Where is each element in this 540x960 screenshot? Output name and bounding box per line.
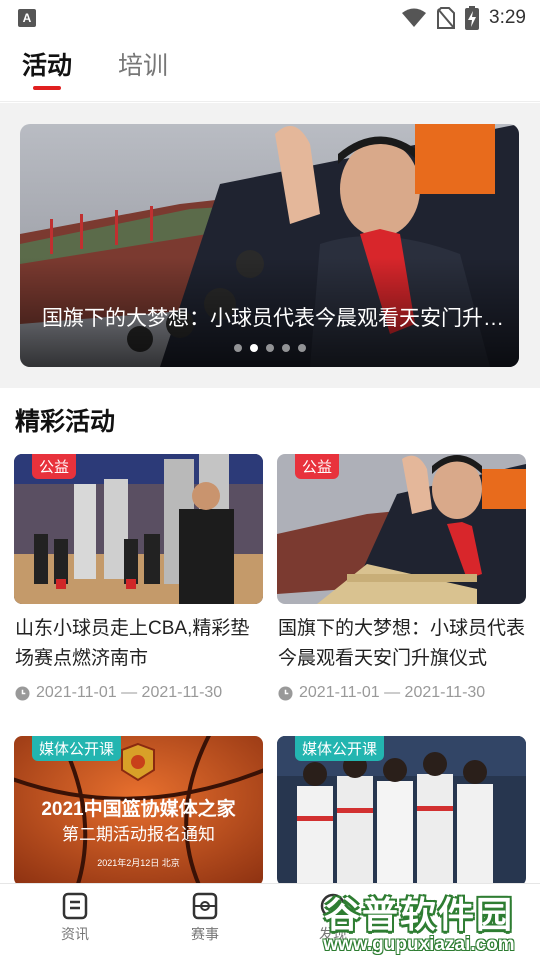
banner-carousel[interactable]: 国旗下的大梦想：小球员代表今晨观看天安门升旗仪式 [20,124,519,367]
category-badge: 公益 [32,454,77,479]
nav-events-label: 赛事 [191,926,219,942]
card-image: 公益 [277,454,526,604]
battery-charging-icon [465,6,480,30]
notification-app-icon: A [18,9,36,27]
watermark-url: www.gupuxiazai.com [323,934,515,955]
activity-card[interactable]: 公益 国旗下的大梦想：小球员代表今晨观看天安门升旗仪式 2021-11-01 —… [277,454,526,701]
active-tab-indicator [33,86,61,90]
status-bar: A 3:29 [0,0,540,36]
card-title: 国旗下的大梦想：小球员代表今晨观看天安门升旗仪式 [278,618,526,669]
nav-news-label: 资讯 [61,926,89,942]
status-icons: 3:29 [401,4,526,32]
tab-training[interactable]: 培训 [118,46,168,82]
watermark: 谷普软件园 www.gupuxiazai.com [296,884,540,960]
carousel-dot [265,344,274,352]
carousel-dot [281,344,290,352]
card-image: 公益 [14,454,263,604]
clock-icon [15,685,30,701]
carousel-dot [297,344,306,352]
clock-time: 3:29 [489,7,526,28]
top-tab-bar: 活动 培训 [0,36,540,102]
banner-title: 国旗下的大梦想：小球员代表今晨观看天安门升旗仪式 [42,307,512,330]
card-date: 2021-11-01 — 2021-11-30 [278,684,485,702]
carousel-dot [233,344,242,352]
court-icon [192,892,218,920]
carousel-dots [20,344,519,352]
poster-title: 2021中国篮协媒体之家 [41,799,236,820]
card-image: 媒体公开课 [277,736,526,886]
wifi-icon [402,8,427,27]
section-title: 精彩活动 [15,408,116,436]
card-date: 2021-11-01 — 2021-11-30 [15,684,222,702]
date-range: 2021-11-01 — 2021-11-30 [299,684,486,701]
tab-activities[interactable]: 活动 [22,46,72,82]
activity-card[interactable]: 公益 山东小球员走上CBA,精彩垫场赛点燃济南市 2021-11-01 — 20… [14,454,263,701]
poster-subtitle: 第二期活动报名通知 [62,825,215,844]
nav-news[interactable]: 资讯 [45,892,105,944]
category-badge: 公益 [295,454,340,479]
clock-icon [278,685,293,701]
activity-card[interactable]: 媒体公开课 [277,736,526,886]
poster-date: 2021年2月12日 北京 [97,858,180,868]
category-badge: 媒体公开课 [32,736,122,761]
date-range: 2021-11-01 — 2021-11-30 [36,684,223,701]
activity-card[interactable]: 媒体公开课 2021中国篮协媒体之家 第二期活动报名通知 2021年2月12日 … [14,736,263,886]
card-title: 山东小球员走上CBA,精彩垫场赛点燃济南市 [15,618,250,669]
carousel-dot-active [249,344,258,352]
card-image: 媒体公开课 2021中国篮协媒体之家 第二期活动报名通知 2021年2月12日 … [14,736,263,886]
no-sim-icon [437,7,456,29]
watermark-title: 谷普软件园 [323,894,514,935]
category-badge: 媒体公开课 [295,736,385,761]
news-icon [62,892,88,920]
banner-area: 国旗下的大梦想：小球员代表今晨观看天安门升旗仪式 [0,103,540,388]
nav-events[interactable]: 赛事 [175,892,235,944]
